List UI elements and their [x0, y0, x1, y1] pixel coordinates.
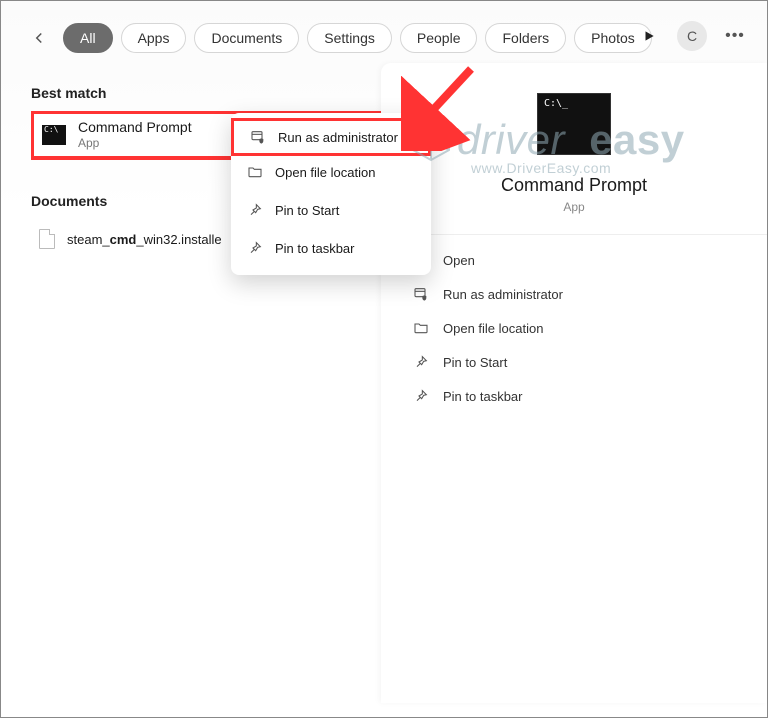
scope-tab-all[interactable]: All: [63, 23, 113, 53]
play-button[interactable]: [635, 22, 663, 50]
scope-tab-folders[interactable]: Folders: [485, 23, 566, 53]
context-menu-item-run-as-administrator[interactable]: Run as administrator: [231, 118, 431, 156]
more-button[interactable]: •••: [721, 22, 749, 50]
details-action-pin-to-taskbar[interactable]: Pin to taskbar: [411, 379, 737, 413]
document-filename: steam_cmd_win32.installe: [67, 232, 222, 247]
separator: [381, 234, 767, 235]
details-title: Command Prompt: [411, 175, 737, 196]
admin-window-icon: [413, 286, 429, 302]
context-menu-item-pin-to-start[interactable]: Pin to Start: [231, 191, 431, 229]
details-action-open[interactable]: Open: [411, 243, 737, 277]
back-button[interactable]: [23, 22, 55, 54]
command-prompt-icon: [42, 125, 66, 145]
details-action-pin-to-start[interactable]: Pin to Start: [411, 345, 737, 379]
command-prompt-large-icon: [537, 93, 611, 155]
pin-icon: [413, 354, 429, 370]
context-menu-item-open-file-location[interactable]: Open file location: [231, 153, 431, 191]
context-menu: Run as administratorOpen file locationPi…: [231, 113, 431, 275]
details-action-run-as-administrator[interactable]: Run as administrator: [411, 277, 737, 311]
pin-icon: [413, 388, 429, 404]
best-match-title: Command Prompt: [78, 119, 192, 136]
scope-tab-documents[interactable]: Documents: [194, 23, 299, 53]
pin-icon: [247, 240, 263, 256]
scope-tab-apps[interactable]: Apps: [121, 23, 187, 53]
best-match-subtitle: App: [78, 136, 192, 150]
context-menu-item-pin-to-taskbar[interactable]: Pin to taskbar: [231, 229, 431, 267]
scope-tab-settings[interactable]: Settings: [307, 23, 392, 53]
file-icon: [39, 229, 55, 249]
folder-icon: [247, 164, 263, 180]
best-match-heading: Best match: [31, 85, 383, 101]
folder-icon: [413, 320, 429, 336]
admin-window-icon: [250, 129, 266, 145]
scope-tab-people[interactable]: People: [400, 23, 478, 53]
details-subtitle: App: [411, 200, 737, 214]
pin-icon: [247, 202, 263, 218]
details-panel: Command Prompt App OpenRun as administra…: [381, 63, 767, 703]
details-action-open-file-location[interactable]: Open file location: [411, 311, 737, 345]
user-avatar[interactable]: C: [677, 21, 707, 51]
